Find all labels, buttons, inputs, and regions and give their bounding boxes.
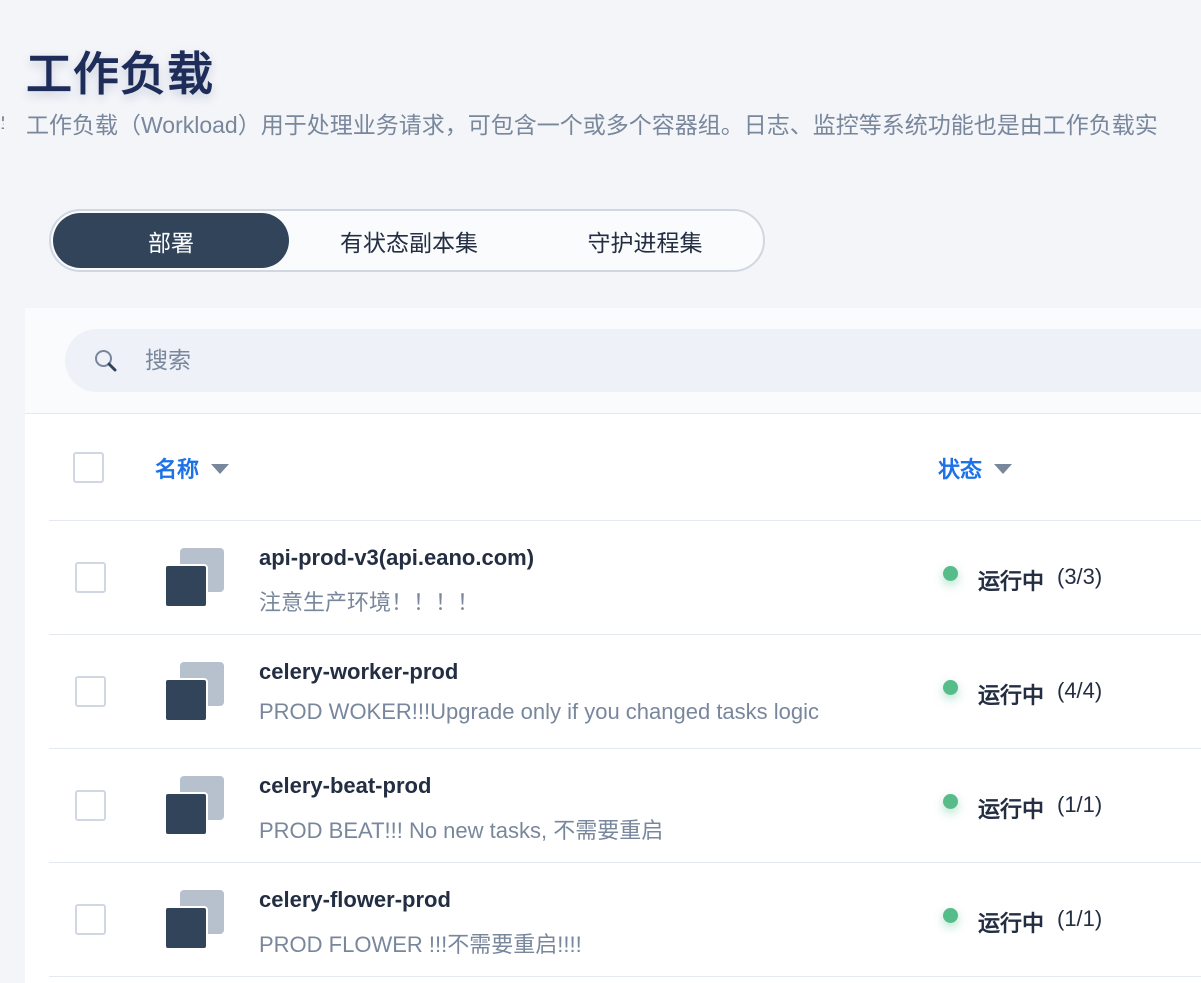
workload-description: PROD FLOWER !!!不需要重启!!!!: [259, 932, 582, 957]
search-icon: [95, 350, 117, 372]
table-row[interactable]: celery-flower-prod PROD FLOWER !!!不需要重启!…: [49, 863, 1201, 977]
table-row[interactable]: api-prod-v3(api.eano.com) 注意生产环境！！！！ 运行中…: [49, 521, 1201, 635]
workload-icon: [164, 776, 224, 836]
workload-icon: [164, 662, 224, 722]
workload-name[interactable]: api-prod-v3(api.eano.com): [259, 545, 534, 571]
page-title: 工作负载: [26, 48, 214, 100]
table-row[interactable]: celery-worker-prod PROD WOKER!!!Upgrade …: [49, 635, 1201, 749]
workload-name[interactable]: celery-worker-prod: [259, 659, 458, 685]
workload-description: 注意生产环境！！！！: [259, 590, 480, 615]
tab-deployments[interactable]: 部署: [53, 213, 289, 268]
status-running-icon: [943, 566, 958, 581]
row-checkbox[interactable]: [75, 676, 106, 707]
status-running-icon: [943, 680, 958, 695]
workload-icon: [164, 890, 224, 950]
status-label: 运行中: [978, 569, 1045, 594]
replica-count: (1/1): [1057, 906, 1103, 931]
replica-count: (4/4): [1057, 678, 1103, 703]
column-header-name[interactable]: 名称: [155, 452, 230, 484]
column-header-status-label: 状态: [938, 457, 983, 482]
table-header: 名称 状态: [49, 414, 1201, 521]
workload-list-panel: 名称 状态 api-prod-v3(api.eano.com) 注意生产环境！！…: [25, 308, 1201, 983]
caret-down-icon: [211, 464, 230, 474]
workload-name[interactable]: celery-flower-prod: [259, 887, 451, 913]
select-all-checkbox[interactable]: [73, 452, 104, 483]
status-label: 运行中: [978, 797, 1045, 822]
column-header-name-label: 名称: [155, 457, 200, 482]
workload-name[interactable]: celery-beat-prod: [259, 773, 431, 799]
status-running-icon: [943, 794, 958, 809]
search-input[interactable]: [145, 329, 745, 392]
workload-icon: [164, 548, 224, 608]
page-description: 工作负载（Workload）用于处理业务请求，可包含一个或多个容器组。日志、监控…: [26, 112, 1158, 138]
replica-count: (3/3): [1057, 564, 1103, 589]
row-checkbox[interactable]: [75, 562, 106, 593]
left-edge-clipped-text: 实: [0, 106, 4, 130]
search-bar: [25, 308, 1201, 414]
tab-daemonsets[interactable]: 守护进程集: [529, 213, 761, 268]
row-checkbox[interactable]: [75, 904, 106, 935]
status-label: 运行中: [978, 683, 1045, 708]
workloads-page: 实 工作负载 工作负载（Workload）用于处理业务请求，可包含一个或多个容器…: [0, 0, 1201, 983]
replica-count: (1/1): [1057, 792, 1103, 817]
table-row[interactable]: celery-beat-prod PROD BEAT!!! No new tas…: [49, 749, 1201, 863]
search-box[interactable]: [65, 329, 1201, 392]
workload-type-tabs: 部署 有状态副本集 守护进程集: [49, 209, 765, 272]
workload-description: PROD WOKER!!!Upgrade only if you changed…: [259, 699, 820, 724]
row-checkbox[interactable]: [75, 790, 106, 821]
status-running-icon: [943, 908, 958, 923]
workload-description: PROD BEAT!!! No new tasks, 不需要重启: [259, 818, 664, 843]
tab-statefulsets[interactable]: 有状态副本集: [289, 213, 529, 268]
status-label: 运行中: [978, 911, 1045, 936]
column-header-status[interactable]: 状态: [938, 452, 1013, 484]
caret-down-icon: [994, 464, 1013, 474]
